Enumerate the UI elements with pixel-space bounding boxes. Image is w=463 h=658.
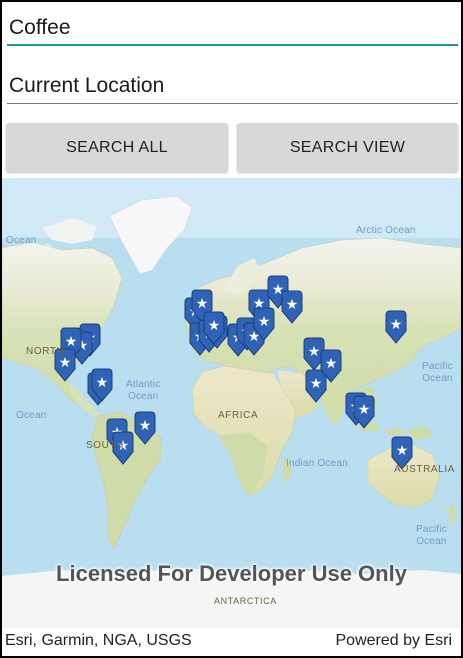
label-antarctica: ANTARCTICA: [214, 596, 277, 606]
star-icon: ★: [139, 418, 152, 434]
label-atlantic-ocean: Atlantic Ocean: [126, 379, 161, 402]
star-icon: ★: [196, 296, 209, 312]
location-value: Current Location: [9, 74, 165, 97]
search-all-button[interactable]: SEARCH ALL: [6, 123, 228, 172]
label-pacific-ocean-ne: Pacific Ocean: [422, 361, 453, 384]
star-icon: ★: [396, 443, 409, 459]
attribution-bar: Esri, Garmin, NGA, USGS Powered by Esri: [2, 628, 461, 656]
label-indian-ocean: Indian Ocean: [286, 458, 348, 469]
map-view[interactable]: ★★★★★★★★★★★★★★★★★★★★★★★★★★★★★ Ocean Arct…: [2, 178, 461, 628]
star-icon: ★: [390, 317, 403, 333]
star-icon: ★: [325, 356, 338, 372]
star-icon: ★: [308, 344, 321, 360]
label-africa: AFRICA: [218, 410, 259, 421]
label-ocean-west: Ocean: [6, 235, 37, 246]
search-query-value: Coffee: [9, 16, 71, 39]
label-arctic-ocean: Arctic Ocean: [356, 225, 416, 236]
star-icon: ★: [59, 355, 72, 371]
location-field[interactable]: Current Location: [7, 70, 458, 104]
developer-license-watermark: Licensed For Developer Use Only: [56, 561, 407, 586]
powered-by-esri-link[interactable]: Powered by Esri: [336, 632, 453, 650]
search-field-underline: [7, 44, 458, 46]
search-query-field[interactable]: Coffee: [7, 12, 458, 46]
star-icon: ★: [65, 334, 78, 350]
location-field-underline: [7, 103, 458, 104]
star-icon: ★: [358, 402, 371, 418]
label-south-america: SOUTH: [86, 440, 124, 451]
attribution-text: Esri, Garmin, NGA, USGS: [5, 632, 192, 649]
star-icon: ★: [258, 314, 271, 330]
label-pacific-ocean-se: Pacific Ocean: [416, 524, 447, 547]
star-icon: ★: [208, 318, 221, 334]
star-icon: ★: [286, 297, 299, 313]
app-screen: Coffee Current Location SEARCH ALL SEARC…: [2, 2, 461, 656]
label-australia: AUSTRALIA: [394, 464, 455, 475]
label-ocean-southwest: Ocean: [16, 410, 47, 421]
star-icon: ★: [310, 376, 323, 392]
label-north-america: NORTH: [26, 346, 65, 357]
search-view-button[interactable]: SEARCH VIEW: [237, 123, 458, 172]
star-icon: ★: [96, 375, 109, 391]
